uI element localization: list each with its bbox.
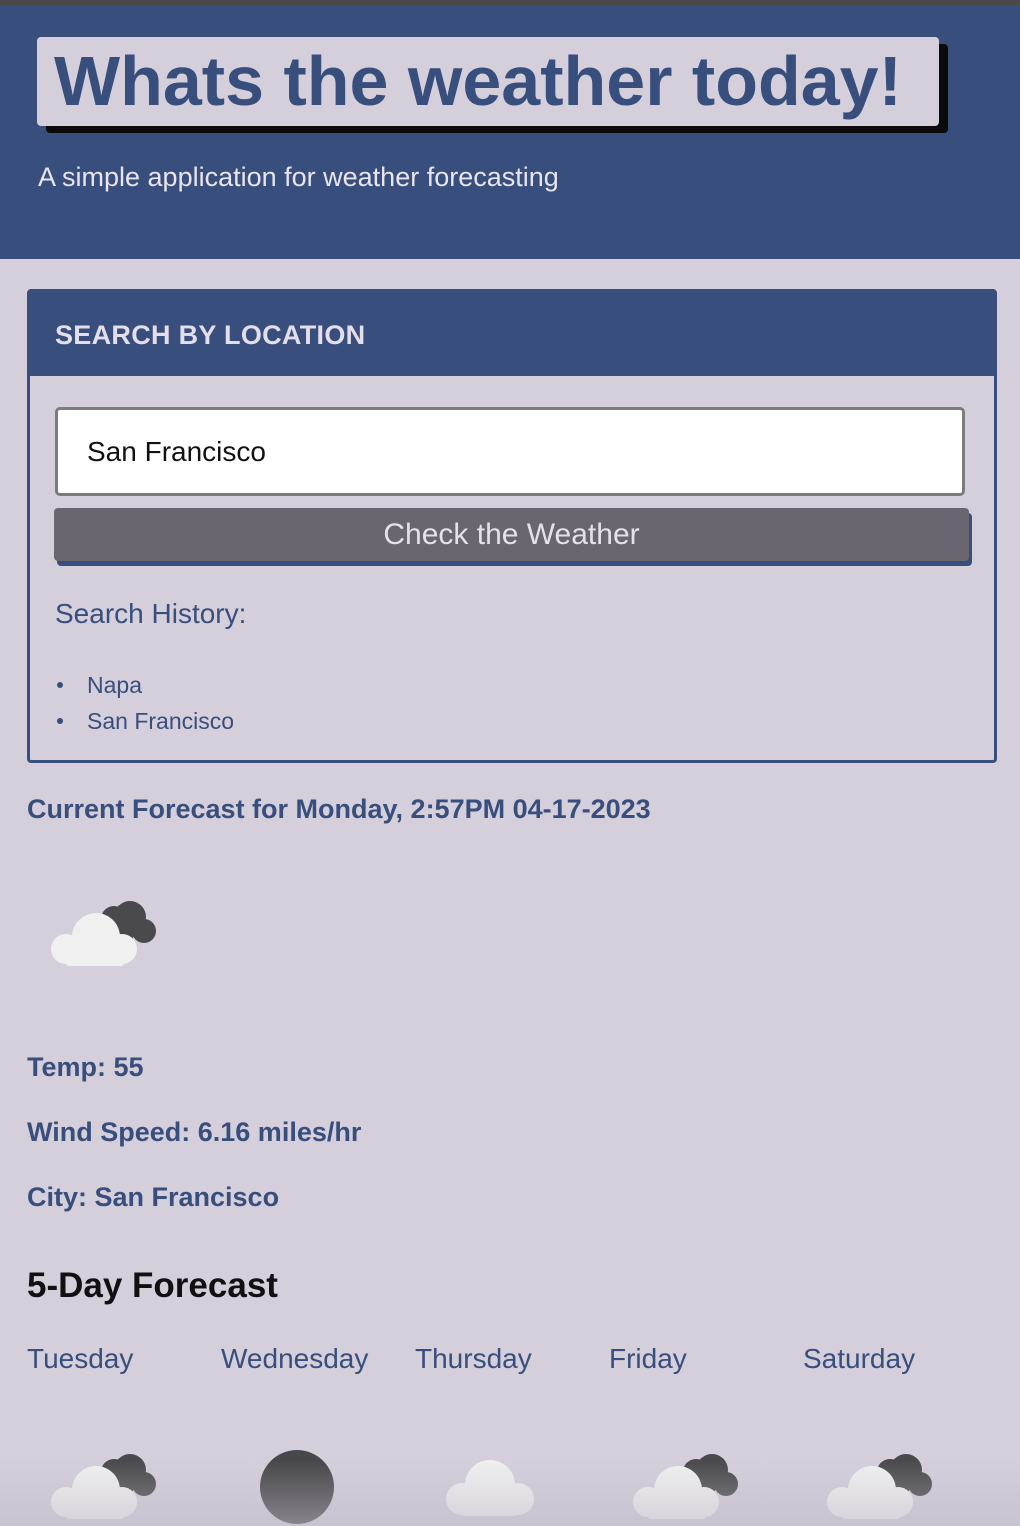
search-history-item-label: San Francisco — [87, 708, 235, 734]
broken-clouds-icon — [51, 901, 156, 966]
title-box: Whats the weather today! — [37, 37, 939, 126]
temperature-text: Temp: 55 — [27, 1052, 144, 1082]
city-text: City: San Francisco — [27, 1182, 280, 1212]
search-card-header: SEARCH BY LOCATION — [30, 292, 994, 376]
location-search-input[interactable] — [55, 407, 965, 496]
forecast-day-label: Wednesday — [221, 1343, 369, 1374]
forecast-day-label: Saturday — [803, 1343, 916, 1374]
search-history-item[interactable]: San Francisco — [55, 703, 234, 739]
broken-clouds-icon — [633, 1454, 738, 1519]
page-title: Whats the weather today! — [54, 42, 902, 120]
wind-speed-text: Wind Speed: 6.16 miles/hr — [27, 1117, 362, 1147]
forecast-day-label: Friday — [609, 1343, 687, 1374]
broken-clouds-icon — [827, 1454, 932, 1519]
bullet-icon — [57, 718, 63, 724]
search-card: SEARCH BY LOCATION Check the Weather Sea… — [27, 289, 997, 763]
five-day-forecast-title: 5-Day Forecast — [27, 1266, 278, 1305]
search-history-item-label: Napa — [87, 672, 142, 698]
search-heading: SEARCH BY LOCATION — [55, 320, 366, 350]
broken-clouds-icon — [51, 1454, 156, 1519]
page-subtitle: A simple application for weather forecas… — [38, 162, 559, 192]
search-history-label: Search History: — [55, 598, 247, 629]
check-weather-button[interactable]: Check the Weather — [54, 508, 969, 561]
dark-circle-icon — [260, 1450, 334, 1524]
bullet-icon — [57, 682, 63, 688]
forecast-day-label: Tuesday — [27, 1343, 134, 1374]
search-history-item[interactable]: Napa — [55, 667, 234, 703]
cloud-icon — [446, 1460, 534, 1516]
forecast-day-label: Thursday — [415, 1343, 532, 1374]
current-forecast-title: Current Forecast for Monday, 2:57PM 04-1… — [27, 794, 651, 824]
page-header: Whats the weather today! A simple applic… — [0, 5, 1020, 259]
search-history-list: Napa San Francisco — [55, 667, 234, 739]
